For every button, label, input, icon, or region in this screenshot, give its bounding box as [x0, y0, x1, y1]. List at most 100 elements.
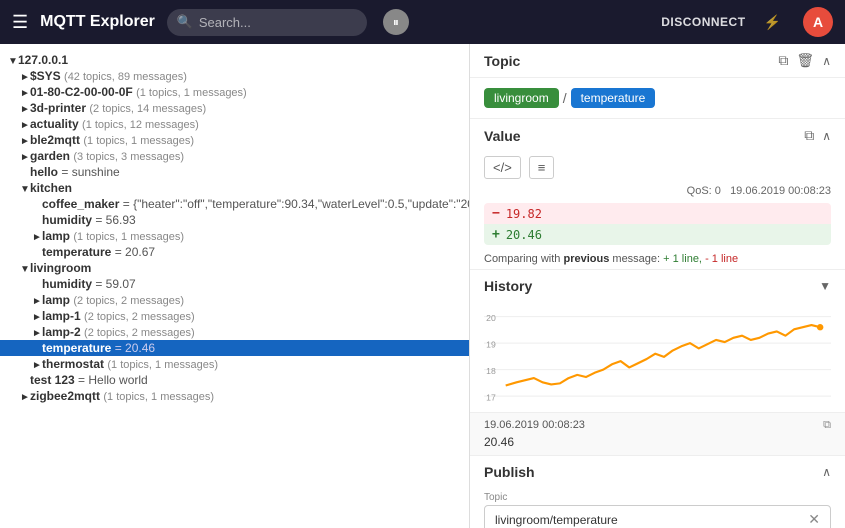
topic-chevron[interactable]: ∧ — [822, 54, 831, 68]
compare-add: + 1 line, — [663, 253, 702, 265]
tree-key: hello — [30, 165, 58, 179]
tree-item[interactable]: ► 01-80-C2-00-00-0F (1 topics, 1 message… — [0, 84, 469, 100]
diff-added-value: 20.46 — [506, 228, 542, 242]
chart-container: 20 19 18 17 — [470, 302, 845, 412]
tree-val: = Hello world — [75, 373, 148, 387]
tree-meta: (2 topics, 14 messages) — [89, 103, 206, 115]
tree-item[interactable]: humidity = 59.07 — [0, 276, 469, 292]
tree-arrow: ► — [20, 88, 30, 99]
tree-item[interactable]: ▼ 127.0.0.1 — [0, 52, 469, 68]
tree-arrow — [20, 376, 30, 387]
history-chevron[interactable]: ▼ — [819, 279, 831, 293]
value-code-button[interactable]: </> — [484, 156, 521, 179]
publish-chevron[interactable]: ∧ — [822, 465, 831, 479]
menu-icon[interactable]: ☰ — [12, 12, 28, 33]
avatar: A — [803, 7, 833, 37]
value-chevron[interactable]: ∧ — [822, 129, 831, 143]
tree-item[interactable]: ► lamp-2 (2 topics, 2 messages) — [0, 324, 469, 340]
tree-item[interactable]: ► ble2mqtt (1 topics, 1 messages) — [0, 132, 469, 148]
value-title: Value — [484, 128, 798, 144]
search-input[interactable] — [167, 9, 367, 36]
disconnect-button[interactable]: DISCONNECT — [661, 15, 745, 29]
topic-chip-livingroom[interactable]: livingroom — [484, 88, 559, 108]
tree-meta: (1 topics, 1 messages) — [83, 135, 194, 147]
tree-arrow: ► — [20, 104, 30, 115]
tree-item[interactable]: ▼ livingroom — [0, 260, 469, 276]
tree-item[interactable]: ► thermostat (1 topics, 1 messages) — [0, 356, 469, 372]
history-header[interactable]: History ▼ — [470, 270, 845, 302]
compare-text: Comparing with previous message: + 1 lin… — [470, 249, 845, 269]
tree-arrow — [32, 200, 42, 211]
value-timestamp: 19.06.2019 00:08:23 — [730, 185, 831, 197]
topic-copy-icon[interactable]: ⧉ — [778, 52, 788, 69]
value-toolbar: </> ≡ — [470, 152, 845, 183]
tree-item[interactable]: coffee_maker = {"heater":"off","temperat… — [0, 196, 469, 212]
diff-removed-line: − 19.82 — [484, 203, 831, 224]
tree-arrow: ► — [32, 232, 42, 243]
tree-key: livingroom — [30, 261, 91, 275]
tree-key: zigbee2mqtt — [30, 389, 100, 403]
topic-chip-temperature[interactable]: temperature — [571, 88, 656, 108]
value-copy-icon[interactable]: ⧉ — [804, 127, 814, 144]
tree-item[interactable]: ► lamp (2 topics, 2 messages) — [0, 292, 469, 308]
tree-val: = 20.46 — [111, 341, 155, 355]
tree-meta: (1 topics, 1 messages) — [107, 359, 218, 371]
wifi-icon: ⚡ — [764, 14, 781, 31]
tree-arrow: ► — [32, 328, 42, 339]
main-layout: ▼ 127.0.0.1► $SYS (42 topics, 89 message… — [0, 44, 845, 528]
publish-title: Publish — [484, 464, 814, 480]
tree-arrow: ► — [20, 136, 30, 147]
tree-arrow: ► — [32, 360, 42, 371]
tree-item[interactable]: test 123 = Hello world — [0, 372, 469, 388]
diff-plus-sign: + — [492, 227, 500, 242]
publish-topic-row: livingroom/temperature ✕ — [484, 505, 831, 528]
publish-topic-clear-icon[interactable]: ✕ — [808, 511, 820, 528]
tree-item[interactable]: ► zigbee2mqtt (1 topics, 1 messages) — [0, 388, 469, 404]
tree-arrow: ► — [20, 120, 30, 131]
tree-key: 127.0.0.1 — [18, 53, 68, 67]
value-section: Value ⧉ ∧ </> ≡ QoS: 0 19.06.2019 00:08:… — [470, 118, 845, 269]
tree-item[interactable]: ► $SYS (42 topics, 89 messages) — [0, 68, 469, 84]
tree-key: coffee_maker — [42, 197, 119, 211]
topic-delete-icon[interactable]: 🗑 — [796, 52, 814, 69]
history-timestamp: 19.06.2019 00:08:23 ⧉ — [470, 412, 845, 433]
tree-item[interactable]: ► garden (3 topics, 3 messages) — [0, 148, 469, 164]
topic-breadcrumb: livingroom / temperature — [470, 78, 845, 118]
value-list-button[interactable]: ≡ — [529, 156, 555, 179]
tree-item[interactable]: ► lamp-1 (2 topics, 2 messages) — [0, 308, 469, 324]
pause-button[interactable]: ⏸ — [383, 9, 409, 35]
diff-minus-sign: − — [492, 206, 500, 221]
tree-item[interactable]: temperature = 20.67 — [0, 244, 469, 260]
tree-item[interactable]: ► 3d-printer (2 topics, 14 messages) — [0, 100, 469, 116]
tree-arrow: ► — [20, 72, 30, 83]
tree-arrow: ▼ — [20, 184, 30, 195]
publish-section: Publish ∧ Topic livingroom/temperature ✕… — [470, 455, 845, 528]
tree-meta: (1 topics, 12 messages) — [82, 119, 199, 131]
tree-key: 01-80-C2-00-00-0F — [30, 85, 133, 99]
tree-item[interactable]: ► actuality (1 topics, 12 messages) — [0, 116, 469, 132]
tree-val: = 56.93 — [92, 213, 136, 227]
tree-key: ble2mqtt — [30, 133, 80, 147]
tree-key: 3d-printer — [30, 101, 86, 115]
tree-key: lamp-2 — [42, 325, 81, 339]
tree-key: lamp-1 — [42, 309, 81, 323]
publish-header: Publish ∧ — [470, 456, 845, 488]
tree-item[interactable]: hello = sunshine — [0, 164, 469, 180]
tree-arrow: ► — [32, 312, 42, 323]
tree-meta: (2 topics, 2 messages) — [73, 295, 184, 307]
tree-arrow: ▼ — [20, 264, 30, 275]
diff-added-line: + 20.46 — [484, 224, 831, 245]
tree-item[interactable]: ▼ kitchen — [0, 180, 469, 196]
history-copy-icon[interactable]: ⧉ — [823, 419, 831, 432]
tree-key: thermostat — [42, 357, 104, 371]
tree-val: = sunshine — [58, 165, 120, 179]
tree-item[interactable]: temperature = 20.46 — [0, 340, 469, 356]
tree-key: temperature — [42, 245, 111, 259]
tree-item[interactable]: ► lamp (1 topics, 1 messages) — [0, 228, 469, 244]
tree-key: temperature — [42, 341, 111, 355]
tree-item[interactable]: humidity = 56.93 — [0, 212, 469, 228]
diff-removed-value: 19.82 — [506, 207, 542, 221]
tree-arrow: ► — [20, 392, 30, 403]
tree-key: lamp — [42, 229, 70, 243]
tree-key: actuality — [30, 117, 79, 131]
